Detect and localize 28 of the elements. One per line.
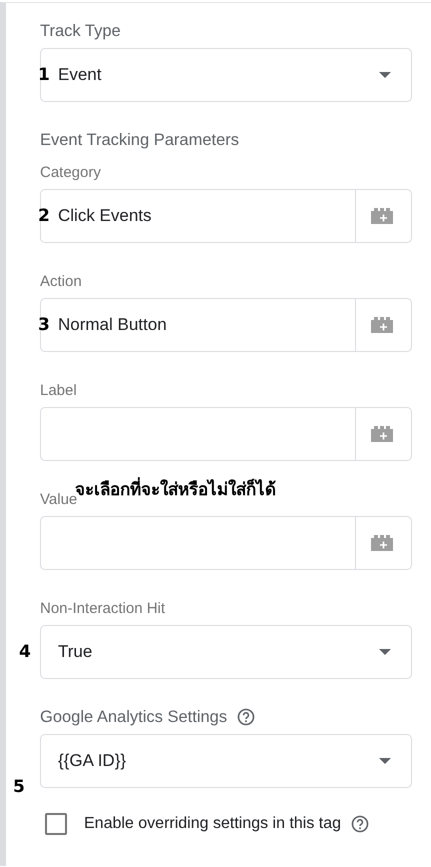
checkbox[interactable]: [45, 813, 67, 835]
annotation-number: 3: [38, 315, 50, 335]
annotation-number: 4: [19, 642, 31, 662]
brick-plus-icon: [371, 208, 396, 224]
brick-plus-icon: [371, 426, 396, 442]
field-label: Action: [40, 272, 82, 290]
checkbox-label: Enable overriding settings in this tag: [84, 815, 342, 833]
field-label: Label: [40, 382, 77, 398]
field-label: Track Type: [40, 22, 121, 40]
dropdown-arrow-icon: [379, 649, 391, 655]
field-label: Google Analytics Settings: [40, 708, 228, 726]
annotation-note: จะเลือกที่จะใส่หรือไม่ใส่ก็ได้: [75, 475, 276, 502]
dropdown-arrow-icon: [379, 72, 391, 78]
field-label: Value: [40, 490, 78, 508]
brick-plus-icon: [371, 535, 396, 551]
annotation-number: 1: [38, 65, 50, 85]
annotation-number: 2: [38, 206, 50, 226]
field-label: Non-Interaction Hit: [40, 600, 166, 616]
dropdown-arrow-icon: [379, 758, 391, 764]
input-field[interactable]: 3 Normal Button: [40, 298, 412, 352]
section-heading: Event Tracking Parameters: [40, 130, 239, 150]
input-field[interactable]: [40, 407, 412, 461]
field-label: Category: [40, 164, 101, 180]
brick-plus-icon: [371, 317, 396, 333]
input-field[interactable]: 2 Click Events: [40, 189, 412, 243]
input-field[interactable]: [40, 516, 412, 570]
dropdown[interactable]: 1 Event: [40, 48, 412, 102]
annotation-number: 5: [13, 777, 25, 797]
